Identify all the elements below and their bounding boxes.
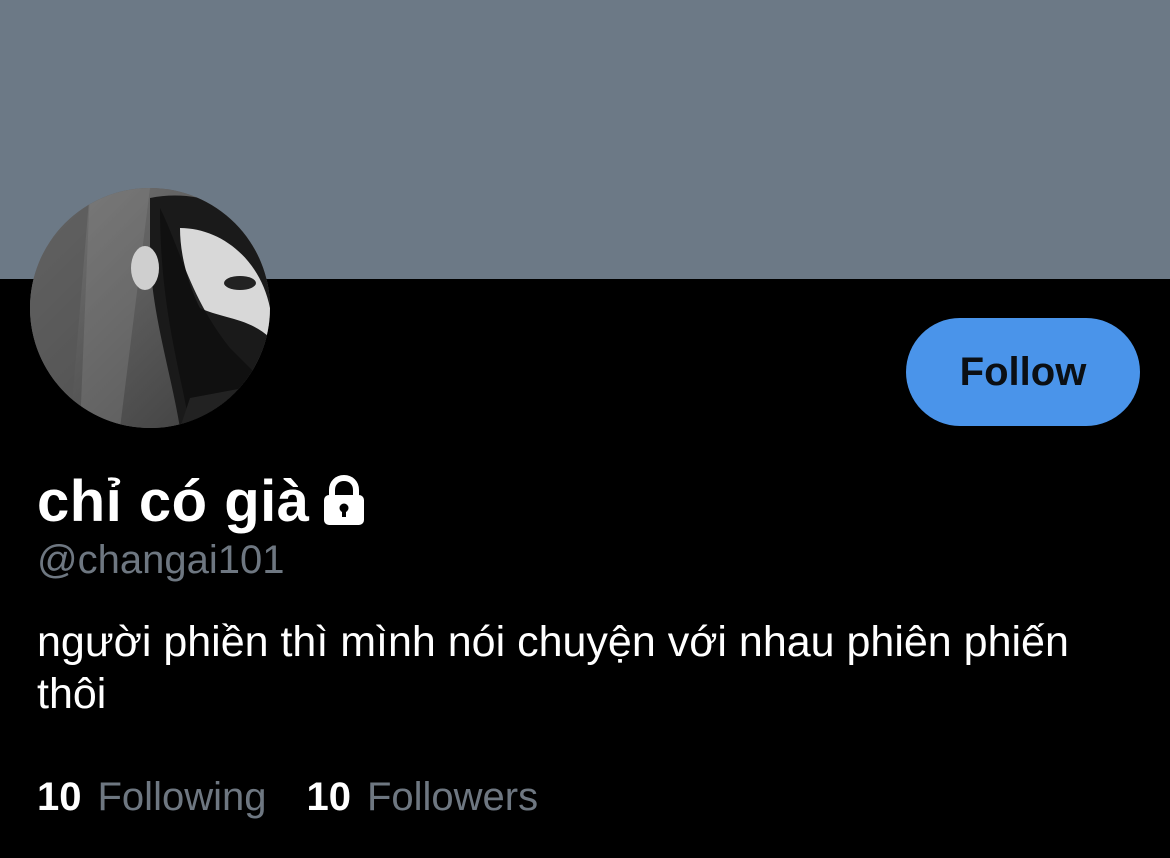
avatar-photo (30, 188, 270, 428)
followers-label: Followers (366, 775, 539, 819)
followers-stat[interactable]: 10 Followers (306, 775, 538, 820)
display-name-row: chỉ có già (37, 466, 368, 536)
display-name: chỉ có già (37, 468, 310, 534)
following-stat[interactable]: 10 Following (37, 775, 266, 820)
followers-count: 10 (306, 775, 351, 819)
following-label: Following (97, 775, 267, 819)
lock-icon (320, 474, 368, 527)
following-count: 10 (37, 775, 82, 819)
follow-button[interactable]: Follow (906, 318, 1140, 426)
user-handle: @changai101 (37, 538, 285, 582)
avatar[interactable] (30, 188, 270, 428)
profile-bio: người phiền thì mình nói chuyện với nhau… (37, 618, 1069, 718)
profile-page: Follow chỉ có già @changai101 người phiề… (0, 0, 1170, 858)
profile-stats: 10 Following 10 Followers (37, 775, 578, 820)
